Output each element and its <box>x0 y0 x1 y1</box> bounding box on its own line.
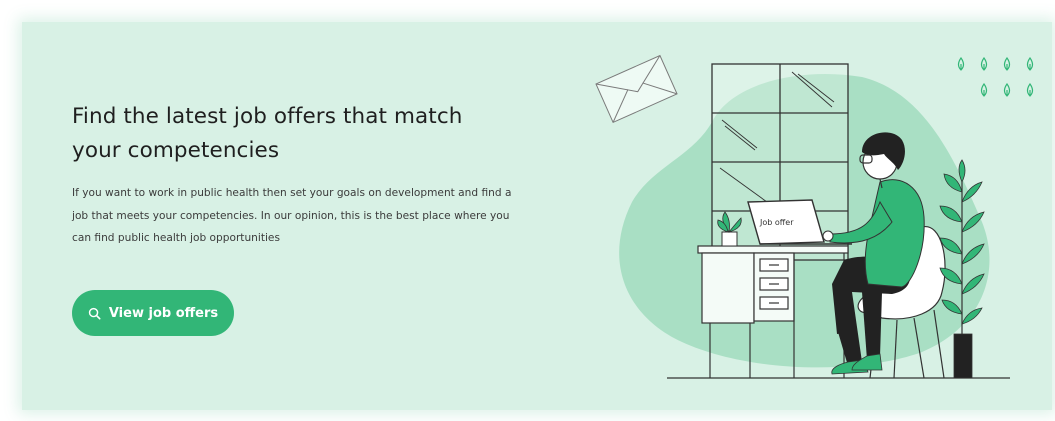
leaf-icons <box>957 56 1034 97</box>
view-job-offers-label: View job offers <box>108 305 219 321</box>
banner-headline: Find the latest job offers that match yo… <box>72 100 592 168</box>
description-line-2: job that meets your competencies. In our… <box>72 209 510 222</box>
search-icon <box>88 307 101 320</box>
headline-line-1: Find the latest job offers that match <box>72 104 463 129</box>
job-offers-banner: Find the latest job offers that match yo… <box>22 22 1052 410</box>
description-line-3: can find public health job opportunities <box>72 232 280 244</box>
person-working-illustration: Job offer <box>595 54 1034 379</box>
view-job-offers-button[interactable]: View job offers <box>72 290 234 336</box>
banner-description: If you want to work in public health the… <box>72 182 597 250</box>
headline-line-2: your competencies <box>72 138 280 163</box>
laptop-screen-text: Job offer <box>759 218 794 227</box>
description-line-1: If you want to work in public health the… <box>72 187 512 199</box>
envelope-icon <box>595 54 678 124</box>
